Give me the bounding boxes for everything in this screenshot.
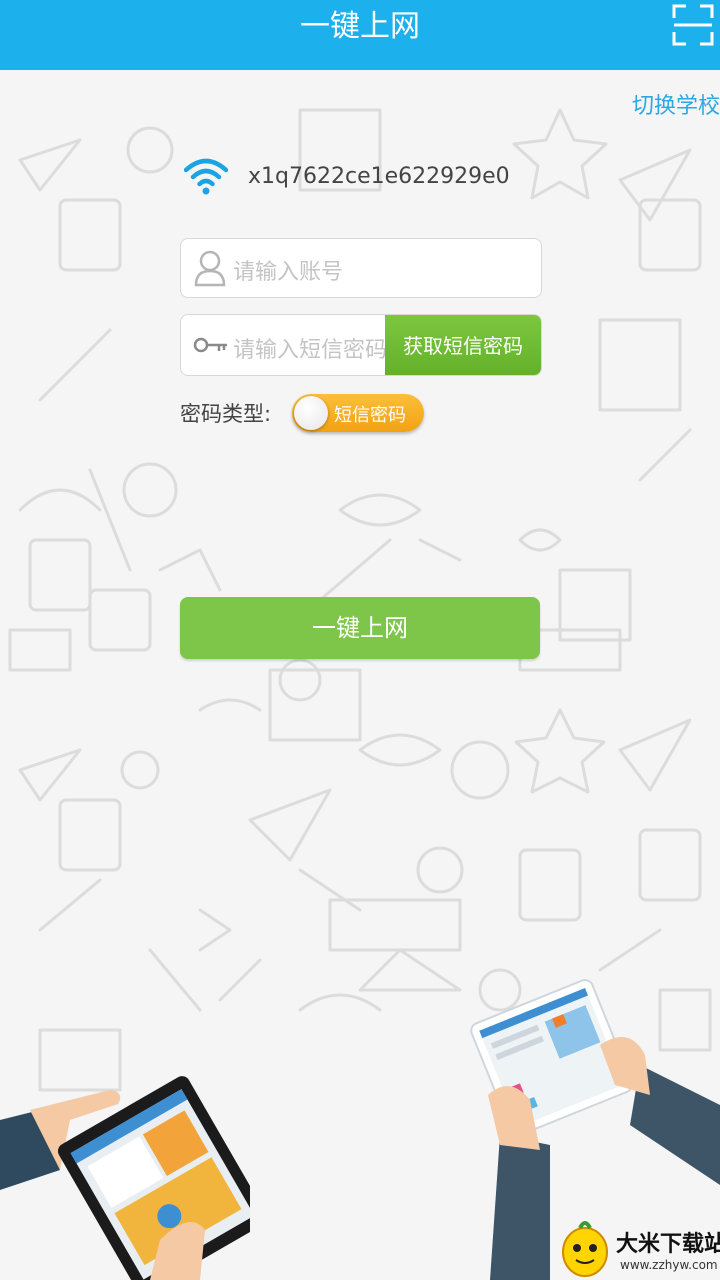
password-type-value: 短信密码 [334,405,406,426]
account-placeholder: 请输入账号 [233,260,344,285]
user-icon [194,250,226,287]
scan-icon[interactable] [672,4,714,46]
wifi-icon [184,158,228,195]
toggle-knob [294,396,328,430]
network-ssid: x1q7622ce1e622929e0 [248,164,510,189]
key-icon [193,337,227,353]
password-type-toggle[interactable]: 短信密码 [292,394,424,432]
get-sms-code-button[interactable]: 获取短信密码 [385,315,541,375]
title-bar: 一键上网 [0,0,720,70]
account-input[interactable]: 请输入账号 [180,238,542,298]
connect-button[interactable]: 一键上网 [180,597,540,659]
switch-school-link[interactable]: 切换学校 [632,88,720,120]
watermark-logo-icon [562,1221,608,1277]
watermark-url: www.zzhyw.com [620,1258,718,1272]
watermark-name: 大米下载站 [616,1232,720,1257]
sms-password-input[interactable]: 请输入短信密码 获取短信密码 [180,314,542,376]
sms-password-placeholder: 请输入短信密码 [233,338,385,363]
password-type-label: 密码类型: [180,402,272,426]
watermark: 大米下载站 www.zzhyw.com [528,1212,720,1280]
tablet-illustration-left [0,1076,250,1280]
page-title: 一键上网 [300,9,420,44]
